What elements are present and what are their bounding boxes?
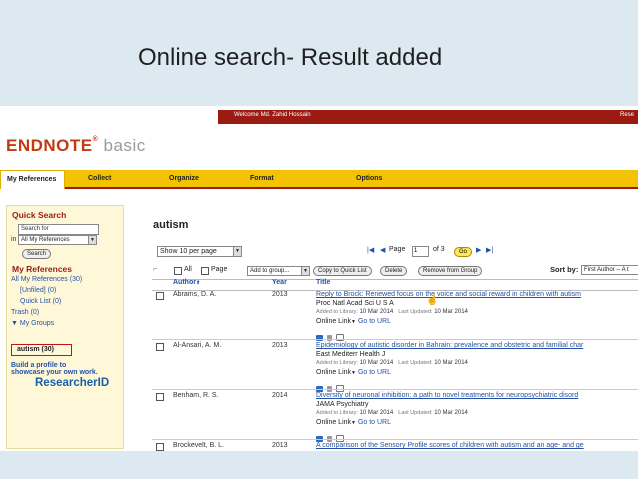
row-journal: East Mediterr Health J xyxy=(316,351,386,358)
endnote-screenshot: Welcome Md. Zahid Hossain Rese ENDNOTE® … xyxy=(0,106,638,451)
row-divider xyxy=(152,439,638,440)
tab-organize[interactable]: Organize xyxy=(169,175,199,182)
quick-search-heading: Quick Search xyxy=(12,210,67,220)
row-title-link[interactable]: Epidemiology of autistic disorder in Bah… xyxy=(316,342,583,349)
sidebar: Quick Search Search for in All My Refere… xyxy=(6,205,124,449)
sidebar-item-all[interactable]: All My References (30) xyxy=(11,276,82,283)
attachment-icon[interactable] xyxy=(327,335,332,341)
column-title[interactable]: Title xyxy=(316,279,330,286)
mouse-cursor-icon: ☝ xyxy=(426,295,439,306)
select-page-label: Page xyxy=(211,266,228,273)
row-checkbox[interactable] xyxy=(156,292,164,300)
chevron-down-icon: ▼ xyxy=(233,247,241,256)
logo-suffix: basic xyxy=(103,136,146,155)
sort-select[interactable]: First Author -- A t xyxy=(581,265,638,275)
add-to-group-select[interactable]: Add to group... ▼ xyxy=(247,266,310,276)
sidebar-item-unfiled[interactable]: [Unfiled] (0) xyxy=(20,287,56,294)
column-author[interactable]: Author⬆ xyxy=(173,279,200,286)
row-checkbox[interactable] xyxy=(156,443,164,451)
column-year[interactable]: Year xyxy=(272,279,287,286)
folder-icon[interactable] xyxy=(316,335,323,341)
search-input[interactable]: Search for xyxy=(18,224,99,235)
row-author: Abrams, D. A. xyxy=(173,291,217,298)
go-to-url-link[interactable]: Go to URL xyxy=(358,369,391,376)
sort-arrow-icon: ⬆ xyxy=(195,280,201,286)
row-checkbox[interactable] xyxy=(156,343,164,351)
promo-line-2[interactable]: showcase your own work. xyxy=(11,369,98,376)
row-journal: Proc Natl Acad Sci U S A xyxy=(316,300,394,307)
sidebar-item-autism[interactable]: autism (30) xyxy=(17,346,54,353)
welcome-text: Welcome Md. Zahid Hossain xyxy=(234,112,311,118)
row-divider xyxy=(152,389,638,390)
show-per-page-value: Show 10 per page xyxy=(160,248,217,255)
main-tab-bar: My References Collect Organize Format Op… xyxy=(0,170,638,189)
row-author: Brockevelt, B. L. xyxy=(173,442,224,449)
group-title: autism xyxy=(153,219,189,231)
go-to-url-link[interactable]: Go to URL xyxy=(358,318,391,325)
tab-options[interactable]: Options xyxy=(356,175,382,182)
select-all-label: All xyxy=(184,266,192,273)
sidebar-item-quick-list[interactable]: Quick List (0) xyxy=(20,298,61,305)
sort-label: Sort by: xyxy=(550,265,579,274)
row-checkbox[interactable] xyxy=(156,393,164,401)
go-button[interactable]: Go xyxy=(454,247,473,257)
prev-page-icon[interactable]: ◀ xyxy=(380,246,385,254)
row-author: Al-Ansari, A. M. xyxy=(173,342,222,349)
tab-collect[interactable]: Collect xyxy=(88,175,111,182)
row-meta: Added to Library: 10 Mar 2014 Last Updat… xyxy=(316,309,468,315)
row-journal: JAMA Psychiatry xyxy=(316,401,369,408)
endnote-logo: ENDNOTE® basic xyxy=(6,136,146,156)
promo-line-1[interactable]: Build a profile to xyxy=(11,362,66,369)
row-year: 2014 xyxy=(272,392,288,399)
row-online-link: Online Link▼ Go to URL xyxy=(316,369,392,376)
sidebar-item-trash[interactable]: Trash (0) xyxy=(11,309,39,316)
row-title-link[interactable]: Reply to Brock: Renewed focus on the voi… xyxy=(316,291,581,298)
slide-title: Online search- Result added xyxy=(138,44,443,71)
row-online-link: Online Link▼ Go to URL xyxy=(316,419,392,426)
row-year: 2013 xyxy=(272,342,288,349)
row-year: 2013 xyxy=(272,442,288,449)
tab-my-references[interactable]: My References xyxy=(0,170,66,189)
my-references-heading: My References xyxy=(12,264,73,274)
select-all-checkbox[interactable] xyxy=(174,267,182,275)
search-scope-select[interactable]: All My References ▼ xyxy=(18,235,97,245)
researcherid-logo[interactable]: ResearcherID xyxy=(35,377,109,389)
row-divider xyxy=(152,339,638,340)
search-button[interactable]: Search xyxy=(22,249,52,259)
first-page-icon[interactable]: |◀ xyxy=(367,246,374,254)
page-of-label: of 3 xyxy=(433,246,445,253)
row-meta: Added to Library: 10 Mar 2014 Last Updat… xyxy=(316,410,468,416)
top-right-link[interactable]: Rese xyxy=(620,112,634,118)
go-to-url-link[interactable]: Go to URL xyxy=(358,419,391,426)
remove-from-group-button[interactable]: Remove from Group xyxy=(418,266,483,276)
last-page-icon[interactable]: ▶| xyxy=(486,246,493,254)
logo-name: ENDNOTE xyxy=(6,136,93,155)
select-page-checkbox[interactable] xyxy=(201,267,209,275)
chevron-down-icon: ▼ xyxy=(88,236,96,244)
chevron-down-icon: ▼ xyxy=(301,267,309,275)
add-to-group-value: Add to group... xyxy=(250,268,290,274)
delete-button[interactable]: Delete xyxy=(380,266,408,276)
logo-reg: ® xyxy=(92,136,99,143)
row-title-link[interactable]: A comparison of the Sensory Profile scor… xyxy=(316,442,584,449)
row-year: 2013 xyxy=(272,291,288,298)
column-author-label: Author xyxy=(173,279,196,286)
show-per-page-select[interactable]: Show 10 per page ▼ xyxy=(157,246,242,257)
copy-to-quick-list-button[interactable]: Copy to Quick List xyxy=(313,266,372,276)
search-scope-value: All My References xyxy=(21,237,70,243)
row-online-link: Online Link▼ Go to URL xyxy=(316,318,392,325)
top-bar: Welcome Md. Zahid Hossain Rese xyxy=(0,106,638,124)
select-arrow-icon: ⌐ xyxy=(153,266,158,273)
row-author: Benham, R. S. xyxy=(173,392,219,399)
sidebar-item-my-groups[interactable]: ▼ My Groups xyxy=(11,320,54,327)
row-meta: Added to Library: 10 Mar 2014 Last Updat… xyxy=(316,360,468,366)
tab-format[interactable]: Format xyxy=(250,175,274,182)
page-number-input[interactable]: 1 xyxy=(412,246,429,257)
sort-value: First Author -- A t xyxy=(584,267,629,273)
row-title-link[interactable]: Diversity of neuronal inhibition: a path… xyxy=(316,392,578,399)
in-label: in xyxy=(11,236,17,243)
page-label: Page xyxy=(389,246,406,253)
next-page-icon[interactable]: ▶ xyxy=(476,246,481,254)
table-header-bar xyxy=(152,279,638,291)
